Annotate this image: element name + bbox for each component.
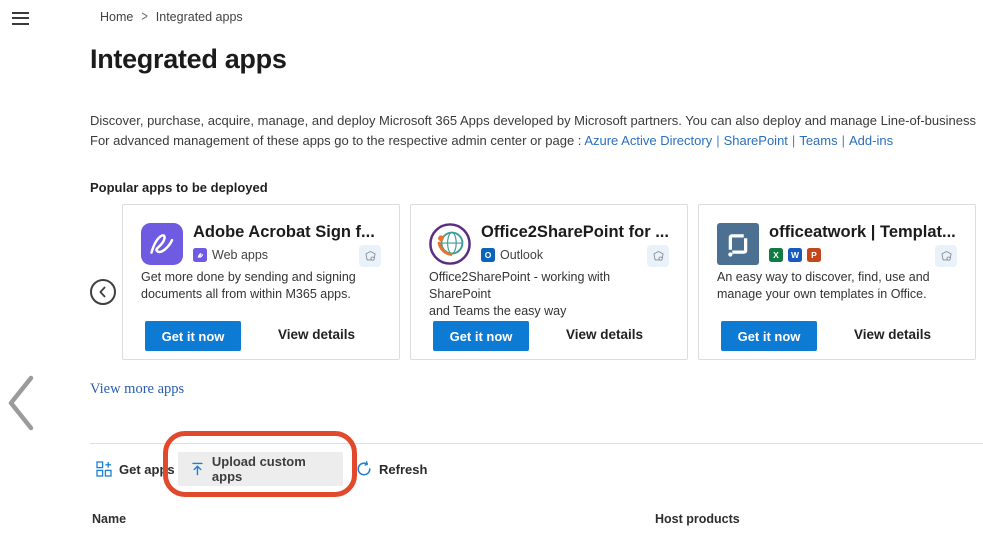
view-more-apps-link[interactable]: View more apps [90,381,184,398]
app-host-products: O Outlook [481,248,543,262]
powerpoint-mini-icon: P [807,248,821,262]
app-description: Office2SharePoint - working with SharePo… [429,269,675,320]
view-details-link[interactable]: View details [854,327,931,342]
app-host-products: Web apps [193,248,268,262]
app-host-products: X W P [769,248,821,262]
badge-icon [935,245,957,267]
link-separator: | [788,133,799,148]
breadcrumb: Home > Integrated apps [100,10,243,24]
app-description: An easy way to discover, find, use and m… [717,269,963,303]
carousel-previous-button[interactable] [90,279,116,305]
app-description: Get more done by sending and signing doc… [141,269,387,303]
chevron-left-icon [96,285,110,299]
link-teams[interactable]: Teams [799,133,837,148]
excel-mini-icon: X [769,248,783,262]
get-apps-button[interactable]: Get apps [96,452,175,486]
page-title: Integrated apps [90,44,287,75]
app-card-adobe-acrobat-sign[interactable]: Adobe Acrobat Sign f... Web apps Get mor… [122,204,400,360]
adobe-mini-icon [193,248,207,262]
link-azure-active-directory[interactable]: Azure Active Directory [584,133,712,148]
column-header-name[interactable]: Name [92,512,126,526]
upload-icon [190,461,205,477]
link-sharepoint[interactable]: SharePoint [724,133,788,148]
chevron-right-icon: > [141,9,147,25]
upload-custom-apps-label: Upload custom apps [212,454,331,484]
app-card-office2sharepoint[interactable]: Office2SharePoint for ... O Outlook Offi… [410,204,688,360]
refresh-label: Refresh [379,462,427,477]
integrated-apps-page: Home > Integrated apps Integrated apps D… [0,0,983,534]
intro-text: Discover, purchase, acquire, manage, and… [90,111,976,151]
app-hosts-label: Web apps [212,248,268,262]
refresh-icon [356,461,372,477]
app-title: Office2SharePoint for ... [481,223,669,242]
breadcrumb-home[interactable]: Home [100,10,133,24]
office2sharepoint-logo-icon [429,223,471,265]
upload-custom-apps-button[interactable]: Upload custom apps [178,452,343,486]
page-previous-chevron-icon[interactable] [6,374,36,432]
get-it-now-button[interactable]: Get it now [721,321,817,351]
app-card-officeatwork[interactable]: officeatwork | Templat... X W P An easy … [698,204,976,360]
word-mini-icon: W [788,248,802,262]
badge-icon [359,245,381,267]
app-title: officeatwork | Templat... [769,223,956,242]
refresh-button[interactable]: Refresh [356,452,427,486]
intro-line-2-prefix: For advanced management of these apps go… [90,133,581,148]
get-it-now-button[interactable]: Get it now [433,321,529,351]
get-it-now-button[interactable]: Get it now [145,321,241,351]
outlook-mini-icon: O [481,248,495,262]
breadcrumb-integrated-apps: Integrated apps [156,10,243,24]
link-separator: | [712,133,723,148]
view-details-link[interactable]: View details [278,327,355,342]
app-title: Adobe Acrobat Sign f... [193,223,375,242]
get-apps-label: Get apps [119,462,175,477]
intro-line-1: Discover, purchase, acquire, manage, and… [90,111,976,131]
intro-line-2: For advanced management of these apps go… [90,131,976,151]
hamburger-menu-icon[interactable] [12,12,29,25]
column-header-host-products[interactable]: Host products [655,512,740,526]
link-add-ins[interactable]: Add-ins [849,133,893,148]
adobe-acrobat-sign-logo-icon [141,223,183,265]
app-hosts-label: Outlook [500,248,543,262]
link-separator: | [838,133,849,148]
badge-icon [647,245,669,267]
apps-grid-icon [96,461,112,477]
toolbar-divider [90,443,983,444]
view-details-link[interactable]: View details [566,327,643,342]
officeatwork-logo-icon [717,223,759,265]
popular-apps-heading: Popular apps to be deployed [90,180,268,195]
